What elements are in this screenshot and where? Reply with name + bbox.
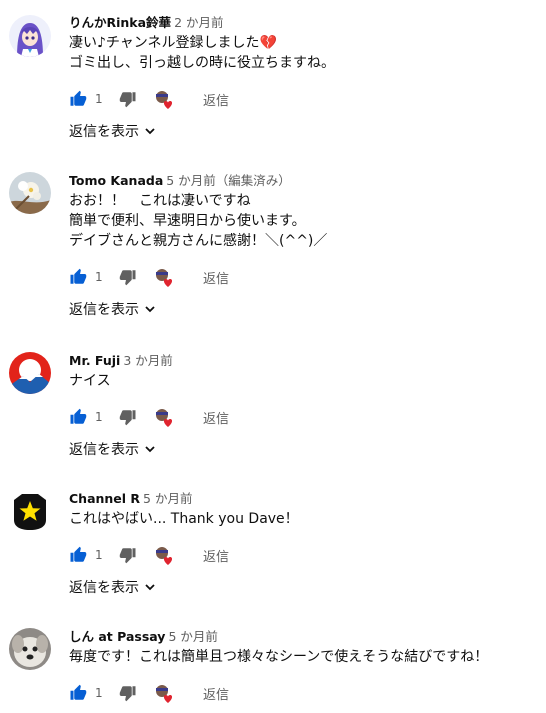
view-replies-label: 返信を表示 [69, 580, 139, 596]
thumbs-down-icon [119, 410, 136, 426]
like-button[interactable] [69, 408, 87, 426]
like-button[interactable] [69, 90, 87, 108]
thumbs-up-icon [70, 408, 87, 424]
like-count: 1 [95, 270, 103, 284]
view-replies-label: 返信を表示 [69, 124, 139, 140]
like-count: 1 [95, 548, 103, 562]
like-count: 1 [95, 410, 103, 424]
creator-heart-icon [153, 682, 175, 704]
creator-heart-icon [153, 544, 175, 566]
comment-actions: 1 返信 [69, 681, 538, 705]
reply-button[interactable]: 返信 [203, 268, 229, 287]
reply-button[interactable]: 返信 [203, 90, 229, 109]
chevron-down-icon [145, 584, 155, 591]
dislike-button[interactable] [119, 684, 137, 702]
comment-text: 凄い♪チャンネル登録しました💔 ゴミ出し、引っ越しの時に役立ちますね。 [69, 35, 335, 71]
comment-author[interactable]: りんかRinka鈴華 [69, 15, 171, 30]
thumbs-down-icon [119, 548, 136, 564]
comment-text: 毎度です！これは簡単且つ様々なシーンで使えそうな結びですね！ [69, 649, 489, 665]
thumbs-up-icon [70, 268, 87, 284]
comment-actions: 1 返信 [69, 87, 538, 111]
anime-avatar-icon[interactable] [9, 15, 51, 57]
comment-time[interactable]: 5 か月前 [143, 491, 192, 506]
chevron-down-icon [145, 306, 155, 313]
comment-time[interactable]: 5 か月前 [168, 629, 217, 644]
comment-text: これはやばい... Thank you Dave！ [69, 511, 299, 527]
creator-heart-icon [153, 406, 175, 428]
comment-time[interactable]: 5 か月前（編集済み） [166, 173, 290, 188]
creator-heart-icon [153, 266, 175, 288]
view-replies-button[interactable]: 返信を表示 [69, 577, 538, 597]
creator-heart-icon [153, 88, 175, 110]
star-avatar-icon[interactable] [9, 490, 51, 532]
comment-author[interactable]: Channel R [69, 491, 140, 506]
like-button[interactable] [69, 268, 87, 286]
like-count: 1 [95, 92, 103, 106]
comment-time[interactable]: 2 か月前 [174, 15, 223, 30]
comment-text: おお！！ これは凄いですね 簡単で便利、早速明日から使います。 デイブさんと親方… [69, 193, 328, 249]
like-count: 1 [95, 686, 103, 700]
view-replies-button[interactable]: 返信を表示 [69, 121, 538, 141]
comment-actions: 1 返信 [69, 405, 538, 429]
view-replies-button[interactable]: 返信を表示 [69, 299, 538, 319]
comment-author[interactable]: Tomo Kanada [69, 173, 163, 188]
view-replies-button[interactable]: 返信を表示 [69, 439, 538, 459]
reply-button[interactable]: 返信 [203, 408, 229, 427]
comment-text: ナイス [69, 373, 111, 389]
reply-button[interactable]: 返信 [203, 546, 229, 565]
thumbs-up-icon [70, 90, 87, 106]
thumbs-up-icon [70, 546, 87, 562]
thumbs-down-icon [119, 92, 136, 108]
dislike-button[interactable] [119, 268, 137, 286]
thumbs-down-icon [119, 686, 136, 702]
chevron-down-icon [145, 446, 155, 453]
comment-author[interactable]: しん at Passay [69, 629, 165, 644]
view-replies-label: 返信を表示 [69, 442, 139, 458]
dog-avatar-icon[interactable] [9, 628, 51, 670]
dislike-button[interactable] [119, 408, 137, 426]
thumbs-down-icon [119, 270, 136, 286]
comment-time[interactable]: 3 か月前 [123, 353, 172, 368]
chevron-down-icon [145, 128, 155, 135]
like-button[interactable] [69, 546, 87, 564]
like-button[interactable] [69, 684, 87, 702]
thumbs-up-icon [70, 684, 87, 700]
flower-avatar-icon[interactable] [9, 172, 51, 214]
reply-button[interactable]: 返信 [203, 684, 229, 703]
comment-actions: 1 返信 [69, 265, 538, 289]
comment-actions: 1 返信 [69, 543, 538, 567]
dislike-button[interactable] [119, 90, 137, 108]
dislike-button[interactable] [119, 546, 137, 564]
comment-author[interactable]: Mr. Fuji [69, 353, 120, 368]
mount-fuji-avatar-icon[interactable] [9, 352, 51, 394]
view-replies-label: 返信を表示 [69, 302, 139, 318]
